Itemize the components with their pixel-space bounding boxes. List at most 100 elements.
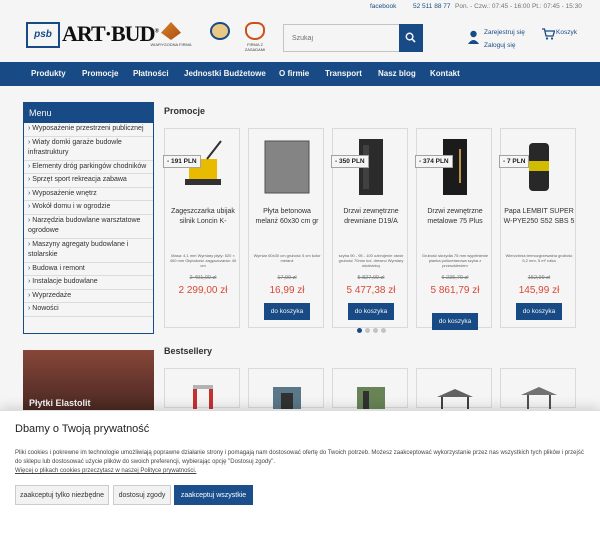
- cart-icon: [542, 28, 555, 40]
- carousel-dot[interactable]: [357, 328, 362, 333]
- nav-item-kontakt[interactable]: Kontakt: [430, 62, 460, 86]
- eagle-icon: [161, 22, 181, 40]
- product-spec: Wierzchnia termozgrzewalna grubość 5,2 m…: [505, 253, 573, 263]
- login-link[interactable]: Zaloguj się: [484, 39, 538, 52]
- nav-item-promocje[interactable]: Promocje: [82, 62, 118, 86]
- facebook-link[interactable]: facebook: [370, 3, 396, 10]
- certificate-badge: [208, 22, 232, 52]
- menu-item[interactable]: Budowa i remont: [24, 263, 153, 276]
- bestseller-card[interactable]: [416, 368, 492, 409]
- accept-necessary-button[interactable]: zaakceptuj tylko niezbędne: [15, 485, 109, 505]
- add-to-cart-button[interactable]: do koszyka: [264, 303, 310, 320]
- product-image: [521, 387, 557, 409]
- product-card[interactable]: Płyta betonowa melanż 60x30 cm gr Wymiar…: [248, 128, 324, 328]
- search-button[interactable]: [399, 24, 423, 52]
- product-image: [437, 389, 473, 409]
- product-spec: Grubość skrzydła 75 mm wypełnienie piank…: [421, 253, 489, 268]
- nav-item-produkty[interactable]: Produkty: [31, 62, 66, 86]
- old-price: 152,99 zł: [527, 275, 551, 281]
- psb-logo[interactable]: psb: [26, 22, 60, 48]
- promo-banner[interactable]: Płytki Elastolit: [23, 350, 154, 410]
- paving-slab-image: [264, 140, 310, 194]
- product-image: [357, 387, 385, 409]
- menu-item[interactable]: Sprzęt sport rekreacja zabawa: [24, 174, 153, 188]
- new-price: 5 861,79 zł: [430, 285, 480, 296]
- product-name[interactable]: Płyta betonowa melanż 60x30 cm gr: [251, 207, 323, 227]
- phone-number[interactable]: 52 511 88 77: [413, 3, 450, 10]
- menu-item[interactable]: Wyposażenie przestrzeni publicznej: [24, 123, 153, 137]
- product-name[interactable]: Drzwi zewnętrzne drewniane D19/A: [335, 207, 407, 227]
- product-spec: Masa: 4,1 mm Wymiary płyty: 520 × 400 mm…: [169, 253, 237, 268]
- nav-item-platnosci[interactable]: Płatności: [133, 62, 169, 86]
- account-links: Zarejestruj się Zaloguj się: [468, 26, 538, 52]
- product-card[interactable]: - 191 PLN Zagęszczarka ubijak silnik Lon…: [163, 128, 240, 328]
- company-with-principles-badge: FIRMA Z ZASADAMI: [240, 22, 270, 52]
- old-price: 17,99 zł: [277, 275, 297, 281]
- product-image: [193, 385, 213, 409]
- old-price: 2 491,00 zł: [189, 275, 217, 281]
- nav-item-jednostki-budzetowe[interactable]: Jednostki Budżetowe: [184, 62, 266, 86]
- bestseller-card[interactable]: [332, 368, 408, 409]
- accept-all-button[interactable]: zaakceptuj wszystkie: [174, 485, 253, 505]
- discount-badge: - 7 PLN: [499, 155, 530, 168]
- top-bar: facebook 52 511 88 77 Pon. - Czw.: 07:45…: [0, 0, 600, 14]
- product-card[interactable]: - 374 PLN Drzwi zewnętrzne metalowe 75 P…: [415, 128, 492, 330]
- privacy-policy-link[interactable]: Więcej o plikach cookies przeczytasz w n…: [15, 468, 196, 474]
- menu-item[interactable]: Elementy dróg parkingów chodników: [24, 161, 153, 174]
- artbud-logo[interactable]: ART·BUD®: [62, 21, 159, 47]
- nav-item-o-firmie[interactable]: O firmie: [279, 62, 309, 86]
- reliable-company-badge: WIARYGODNA FIRMA: [146, 22, 196, 52]
- nav-item-transport[interactable]: Transport: [325, 62, 362, 86]
- register-link[interactable]: Zarejestruj się: [484, 26, 538, 39]
- old-price: 5 827,00 zł: [357, 275, 385, 281]
- menu-item[interactable]: Instalacje budowlane: [24, 276, 153, 290]
- new-price: 16,99 zł: [269, 285, 305, 296]
- menu-item[interactable]: Narzędzia budowlane warsztatowe ogrodowe: [24, 215, 153, 239]
- product-card[interactable]: - 7 PLN Papa LEMBIT SUPER W-PYE250 S52 S…: [499, 128, 576, 328]
- add-to-cart-button[interactable]: do koszyka: [516, 303, 562, 320]
- carousel-dot[interactable]: [381, 328, 386, 333]
- old-price: 6 235,79 zł: [441, 275, 469, 281]
- category-menu: Menu Wyposażenie przestrzeni publicznej …: [23, 102, 154, 334]
- new-price: 145,99 zł: [518, 285, 560, 296]
- search-input[interactable]: [284, 25, 394, 51]
- search-icon: [405, 32, 416, 43]
- promo-carousel: ‹ › - 191 PLN Zagęszczarka ubijak silnik…: [163, 120, 578, 334]
- menu-item[interactable]: Wokół domu i w ogrodzie: [24, 201, 153, 215]
- nav-item-nasz-blog[interactable]: Nasz blog: [378, 62, 416, 86]
- carousel-dot[interactable]: [365, 328, 370, 333]
- bestseller-card[interactable]: [248, 368, 324, 409]
- bestseller-card[interactable]: [164, 368, 240, 409]
- add-to-cart-button[interactable]: do koszyka: [432, 313, 478, 330]
- menu-item[interactable]: Wyprzedaże: [24, 290, 153, 303]
- promo-section-title: Promocje: [164, 106, 206, 116]
- customize-consent-button[interactable]: dostosuj zgody: [113, 485, 171, 505]
- product-image: [273, 387, 301, 409]
- product-spec: Wymiar 60x30 cm grubość 5 cm kolor melan…: [253, 253, 321, 263]
- product-name[interactable]: Zagęszczarka ubijak silnik Loncin K-: [167, 207, 239, 227]
- product-name[interactable]: Drzwi zewnętrzne metalowe 75 Plus: [419, 207, 491, 227]
- opening-hours: Pon. - Czw.: 07:45 - 16:00 Pt.: 07:45 - …: [455, 3, 582, 10]
- bestsellers-section-title: Bestsellery: [164, 346, 213, 356]
- add-to-cart-button[interactable]: do koszyka: [348, 303, 394, 320]
- product-card[interactable]: - 350 PLN Drzwi zewnętrzne drewniane D19…: [331, 128, 408, 328]
- discount-badge: - 350 PLN: [331, 155, 369, 168]
- menu-item[interactable]: Nowości: [24, 303, 153, 317]
- menu-title: Menu: [24, 103, 153, 123]
- discount-badge: - 374 PLN: [415, 155, 453, 168]
- carousel-dot[interactable]: [373, 328, 378, 333]
- cookie-title: Dbamy o Twoją prywatność: [15, 423, 150, 435]
- menu-item[interactable]: Maszyny agregaty budowlane i stolarskie: [24, 239, 153, 263]
- cart-link[interactable]: Koszyk: [542, 28, 577, 40]
- cookie-consent-banner: Dbamy o Twoją prywatność Pliki cookies i…: [0, 410, 600, 560]
- user-icon: [468, 30, 479, 44]
- discount-badge: - 191 PLN: [163, 155, 201, 168]
- header: psb ART·BUD® WIARYGODNA FIRMA FIRMA Z ZA…: [0, 14, 600, 62]
- menu-item[interactable]: Wyposażenie wnętrz: [24, 188, 153, 201]
- product-spec: szyba 90 - 95 - 100 uzbrojenie otwór gru…: [338, 253, 404, 268]
- bestseller-card[interactable]: [500, 368, 576, 409]
- search-box: [283, 24, 423, 52]
- menu-item[interactable]: Wiaty domki garaże budowle infrastruktur…: [24, 137, 153, 161]
- new-price: 5 477,38 zł: [346, 285, 396, 296]
- product-name[interactable]: Papa LEMBIT SUPER W-PYE250 S52 SBS 5: [503, 207, 575, 227]
